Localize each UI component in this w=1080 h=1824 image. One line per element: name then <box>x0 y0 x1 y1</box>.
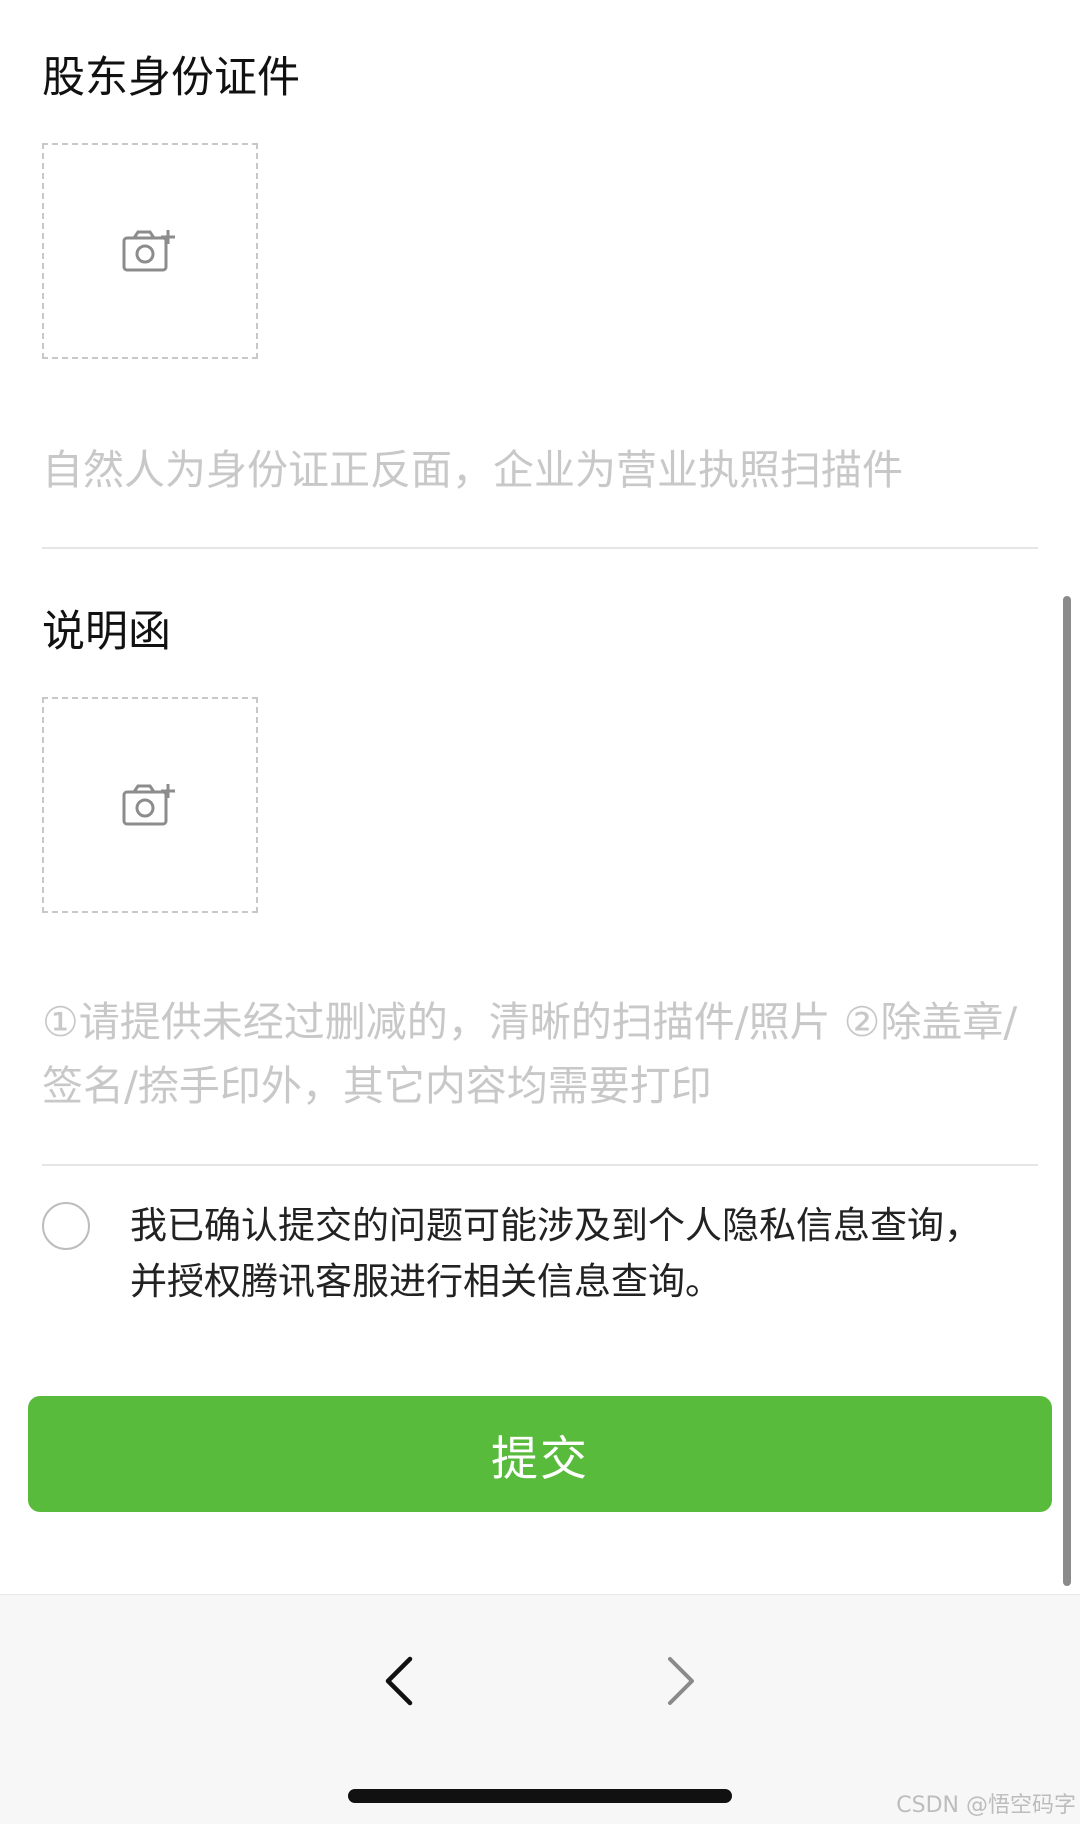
consent-text: 我已确认提交的问题可能涉及到个人隐私信息查询，并授权腾讯客服进行相关信息查询。 <box>130 1204 981 1303</box>
browser-nav-bar: CSDN @悟空码字 <box>0 1594 1080 1824</box>
upload-shareholder-id-button[interactable] <box>42 143 258 359</box>
divider <box>42 547 1038 549</box>
consent-checkbox[interactable] <box>42 1202 90 1250</box>
section-title-shareholder-id: 股东身份证件 <box>42 53 300 103</box>
home-indicator[interactable] <box>348 1789 732 1803</box>
chevron-right-icon <box>668 1657 694 1705</box>
shareholder-id-hint-input[interactable]: 自然人为身份证正反面，企业为营业执照扫描件 <box>42 438 1032 502</box>
submit-button[interactable]: 提交 <box>28 1396 1052 1512</box>
camera-add-icon <box>122 230 175 272</box>
section-title-explanation-letter: 说明函 <box>42 607 171 657</box>
form-page: 股东身份证件 自然人为身份证正反面，企业为营业执照扫描件 说明函 ①请提供未经过… <box>0 0 1080 1824</box>
upload-explanation-letter-button[interactable] <box>42 697 258 913</box>
camera-add-icon <box>122 784 175 826</box>
chevron-left-icon <box>385 1656 413 1706</box>
scrollbar[interactable] <box>1063 596 1071 1586</box>
divider <box>42 1164 1038 1166</box>
explanation-letter-hint-input[interactable]: ①请提供未经过删减的，清晰的扫描件/照片 ②除盖章/签名/捺手印外，其它内容均需… <box>42 990 1032 1118</box>
back-button[interactable] <box>360 1641 440 1721</box>
watermark: CSDN @悟空码字 <box>896 1793 1076 1818</box>
forward-button[interactable] <box>640 1641 720 1721</box>
